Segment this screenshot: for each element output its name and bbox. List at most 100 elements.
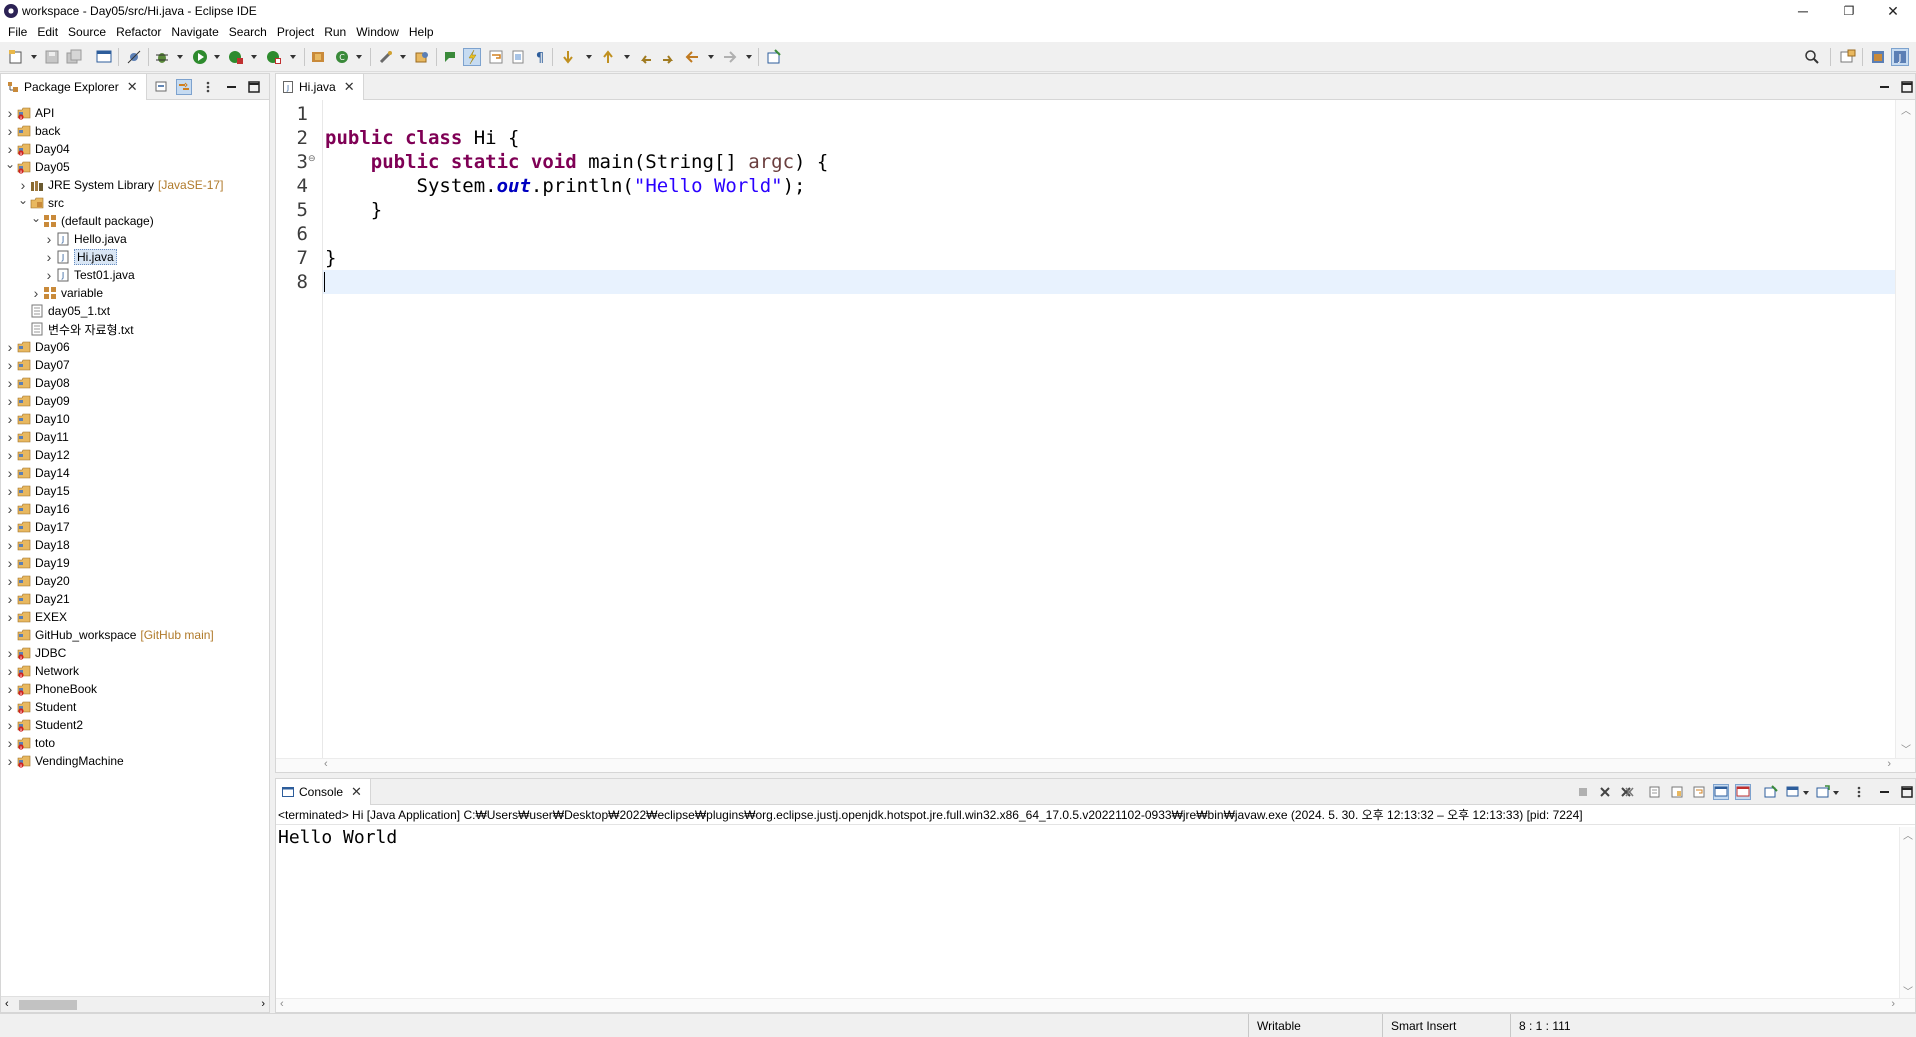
- clear-console-icon[interactable]: [1648, 785, 1662, 799]
- back-icon[interactable]: [684, 49, 700, 65]
- editor-horizontal-scrollbar[interactable]: ‹ ›: [276, 758, 1915, 772]
- word-wrap-icon[interactable]: [1692, 785, 1706, 799]
- mark-occurrences-icon[interactable]: [463, 48, 481, 66]
- tree-item[interactable]: › Day16: [5, 500, 70, 518]
- vertical-scrollbar[interactable]: ︿ ﹀: [1895, 100, 1915, 758]
- java-ee-perspective-icon[interactable]: [1870, 49, 1886, 65]
- search-dropdown-icon[interactable]: [400, 55, 406, 59]
- menu-search[interactable]: Search: [225, 25, 273, 39]
- close-window-button[interactable]: ✕: [1870, 0, 1916, 22]
- scroll-left-icon[interactable]: ‹: [5, 998, 9, 1010]
- chevron-right-icon[interactable]: ›: [5, 465, 15, 481]
- chevron-right-icon[interactable]: ›: [5, 105, 15, 121]
- tree-item[interactable]: › EXEX: [5, 608, 67, 626]
- scroll-up-icon[interactable]: ︿: [1903, 827, 1913, 842]
- save-icon[interactable]: [44, 49, 60, 65]
- menu-window[interactable]: Window: [352, 25, 405, 39]
- chevron-right-icon[interactable]: ›: [5, 537, 15, 553]
- debug-icon[interactable]: [154, 49, 170, 65]
- new-java-class-icon[interactable]: C: [334, 49, 350, 65]
- debug-dropdown-icon[interactable]: [177, 55, 183, 59]
- tree-item[interactable]: › x JDBC: [5, 644, 67, 662]
- coverage-icon[interactable]: [228, 49, 244, 65]
- menu-run[interactable]: Run: [320, 25, 352, 39]
- menu-refactor[interactable]: Refactor: [112, 25, 167, 39]
- maximize-view-icon[interactable]: [247, 80, 261, 94]
- back-dropdown-icon[interactable]: [708, 55, 714, 59]
- tree-item[interactable]: › Day06: [5, 338, 70, 356]
- tree-item[interactable]: › J Test01.java: [44, 266, 135, 284]
- chevron-right-icon[interactable]: ›: [44, 231, 54, 247]
- pin-editor-icon[interactable]: [766, 49, 782, 65]
- coverage-dropdown-icon[interactable]: [251, 55, 257, 59]
- chevron-right-icon[interactable]: ›: [5, 429, 15, 445]
- close-tab-icon[interactable]: ✕: [344, 79, 355, 95]
- chevron-right-icon[interactable]: ›: [44, 267, 54, 283]
- scroll-down-icon[interactable]: ﹀: [1903, 983, 1913, 998]
- show-console-on-stdout-icon[interactable]: [1713, 784, 1729, 800]
- menu-file[interactable]: File: [4, 25, 33, 39]
- run-icon[interactable]: [192, 49, 208, 65]
- chevron-right-icon[interactable]: ›: [5, 555, 15, 571]
- chevron-right-icon[interactable]: ›: [5, 519, 15, 535]
- scroll-right-icon[interactable]: ›: [1887, 758, 1891, 770]
- chevron-down-icon[interactable]: ⌄: [31, 211, 41, 225]
- chevron-right-icon[interactable]: ›: [5, 141, 15, 157]
- status-cursor-position[interactable]: 8 : 1 : 111: [1510, 1014, 1634, 1037]
- tree-item[interactable]: ⌄ x Day05: [5, 157, 70, 176]
- chevron-right-icon[interactable]: ›: [5, 501, 15, 517]
- tab-hi-java[interactable]: J Hi.java ✕: [276, 74, 364, 100]
- last-edit-location-icon[interactable]: [638, 49, 654, 65]
- forward-edit-icon[interactable]: [660, 49, 676, 65]
- chevron-right-icon[interactable]: ›: [5, 609, 15, 625]
- skip-breakpoints-icon[interactable]: [126, 49, 142, 65]
- menu-navigate[interactable]: Navigate: [167, 25, 224, 39]
- fold-toggle-icon[interactable]: ⊖: [308, 154, 316, 164]
- console-output[interactable]: Hello World: [278, 827, 397, 848]
- next-annotation-dropdown-icon[interactable]: [586, 55, 592, 59]
- tree-item[interactable]: › Day17: [5, 518, 70, 536]
- tab-package-explorer[interactable]: Package Explorer ✕: [1, 74, 147, 100]
- chevron-right-icon[interactable]: ›: [5, 663, 15, 679]
- show-console-on-stderr-icon[interactable]: [1735, 784, 1751, 800]
- chevron-down-icon[interactable]: ⌄: [18, 193, 28, 207]
- scroll-down-icon[interactable]: ﹀: [1901, 741, 1911, 756]
- console-horizontal-scrollbar[interactable]: ‹ ›: [276, 998, 1915, 1012]
- scroll-up-icon[interactable]: ︿: [1901, 102, 1911, 117]
- chevron-right-icon[interactable]: ›: [5, 483, 15, 499]
- terminate-icon[interactable]: [1576, 785, 1590, 799]
- status-insert-mode[interactable]: Smart Insert: [1382, 1014, 1510, 1037]
- remove-launch-icon[interactable]: [1598, 785, 1612, 799]
- maximize-console-icon[interactable]: [1900, 785, 1914, 799]
- chevron-right-icon[interactable]: ›: [44, 249, 54, 265]
- chevron-right-icon[interactable]: ›: [5, 645, 15, 661]
- external-tools-dropdown-icon[interactable]: [290, 55, 296, 59]
- menu-help[interactable]: Help: [405, 25, 440, 39]
- chevron-right-icon[interactable]: ›: [5, 375, 15, 391]
- tree-item[interactable]: › Day12: [5, 446, 70, 464]
- view-menu-icon[interactable]: [1852, 785, 1866, 799]
- tree-item[interactable]: › x PhoneBook: [5, 680, 97, 698]
- tree-item[interactable]: › Day21: [5, 590, 70, 608]
- chevron-right-icon[interactable]: ›: [18, 177, 28, 193]
- view-menu-icon[interactable]: [201, 80, 215, 94]
- tree-item[interactable]: day05_1.txt: [18, 302, 110, 320]
- chevron-right-icon[interactable]: ›: [5, 753, 15, 769]
- display-console-dropdown-icon[interactable]: [1803, 791, 1809, 795]
- tree-item[interactable]: › Day19: [5, 554, 70, 572]
- minimize-editor-icon[interactable]: [1878, 80, 1892, 94]
- tree-item[interactable]: › back: [5, 122, 61, 140]
- remove-all-terminated-icon[interactable]: [1620, 785, 1634, 799]
- java-perspective-icon[interactable]: J: [1891, 48, 1909, 66]
- tree-item[interactable]: › Day18: [5, 536, 70, 554]
- chevron-right-icon[interactable]: ›: [5, 339, 15, 355]
- scroll-left-icon[interactable]: ‹: [280, 998, 284, 1010]
- new-icon[interactable]: [8, 49, 24, 65]
- minimize-view-icon[interactable]: [225, 80, 239, 94]
- chevron-right-icon[interactable]: ›: [5, 699, 15, 715]
- chevron-right-icon[interactable]: ›: [5, 357, 15, 373]
- new-class-dropdown-icon[interactable]: [356, 55, 362, 59]
- chevron-right-icon[interactable]: ›: [5, 393, 15, 409]
- open-perspective-icon[interactable]: [1840, 49, 1856, 65]
- forward-dropdown-icon[interactable]: [746, 55, 752, 59]
